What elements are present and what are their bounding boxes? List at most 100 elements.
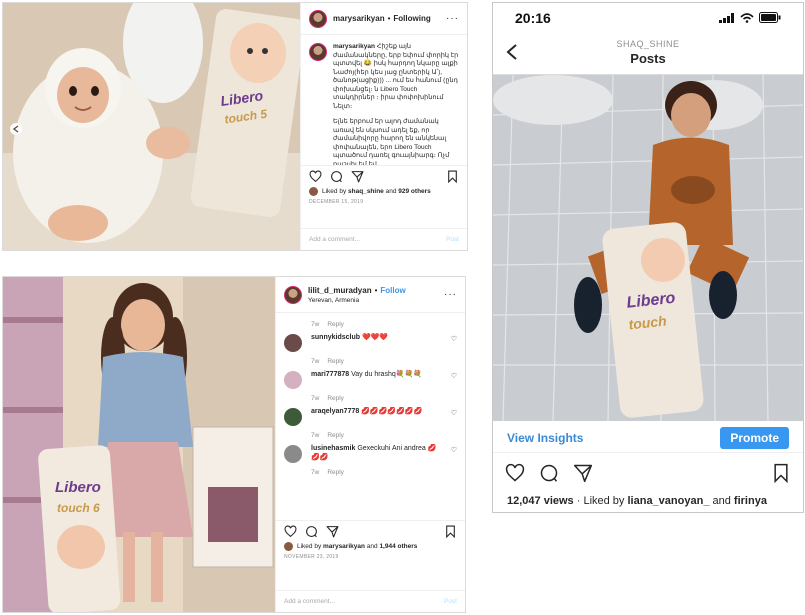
- clock: 20:16: [515, 10, 551, 26]
- likes-others[interactable]: 929 others: [398, 188, 431, 195]
- post-sidebar: marysarikyan • Following ··· marysarikya…: [300, 3, 467, 250]
- views-count[interactable]: 12,047 views: [507, 495, 574, 507]
- post-comment-button[interactable]: Post: [444, 598, 457, 605]
- commenter-avatar[interactable]: [284, 371, 302, 389]
- comment-meta: 7w Reply: [311, 395, 344, 402]
- caption-text-2: Ելնե երբում եր ալոդ ժամանակ առավ են սկսո…: [333, 118, 450, 165]
- promote-button[interactable]: Promote: [720, 426, 789, 449]
- post-date: NOVEMBER 23, 2019: [284, 554, 339, 560]
- reply-button[interactable]: Reply: [327, 321, 344, 328]
- username[interactable]: marysarikyan: [333, 14, 385, 23]
- commenter-avatar[interactable]: [284, 408, 302, 426]
- following-button[interactable]: Following: [393, 14, 430, 23]
- post-caption: marysarikyan Հիշեք այն ժամանակները, երբ …: [301, 35, 467, 165]
- view-insights-link[interactable]: View Insights: [507, 431, 583, 445]
- status-bar: 20:16: [493, 3, 803, 33]
- comment-row: sunnykidsclub ❤️❤️❤️ ♡: [284, 334, 457, 352]
- account-name: SHAQ_SHINE: [616, 39, 680, 49]
- comment-meta: 7w Reply: [311, 469, 344, 476]
- post-sidebar: lilit_d_muradyan • Follow Yerevan, Armenia…: [275, 277, 465, 612]
- likes-others[interactable]: firinya: [734, 495, 767, 507]
- share-icon[interactable]: [351, 170, 364, 183]
- comment-text: ❤️❤️❤️: [361, 334, 389, 341]
- user-avatar[interactable]: [284, 285, 302, 304]
- caption-username[interactable]: marysarikyan: [333, 43, 375, 50]
- post-photo-baby-bathrobe[interactable]: Libero touch 5: [3, 3, 302, 250]
- heart-icon[interactable]: [309, 170, 322, 183]
- user-avatar[interactable]: [309, 9, 327, 28]
- bookmark-icon[interactable]: [446, 170, 459, 183]
- share-icon[interactable]: [573, 463, 593, 483]
- bookmark-icon[interactable]: [444, 525, 457, 538]
- package-line: touch 6: [57, 501, 100, 515]
- comment-row: araqelyan7778 💋💋💋💋💋💋💋 ♡: [284, 408, 457, 426]
- comments-list: 7w Reply sunnykidsclub ❤️❤️❤️ ♡ 7w Reply m…: [276, 313, 465, 520]
- heart-icon[interactable]: [505, 463, 525, 483]
- commenter-avatar[interactable]: [284, 445, 302, 463]
- comment-like-icon[interactable]: ♡: [451, 447, 457, 456]
- comment-text: Vay du hrashq💐💐💐: [351, 371, 422, 378]
- comment-input[interactable]: Add a comment...: [309, 236, 360, 243]
- comment-like-icon[interactable]: ♡: [451, 336, 457, 345]
- liked-by-user[interactable]: marysarikyan: [323, 543, 365, 550]
- liker-avatar: [309, 187, 318, 196]
- liked-by-user[interactable]: shaq_shine: [348, 188, 384, 195]
- comment-icon[interactable]: [305, 525, 318, 538]
- comment-text: 💋💋💋💋💋💋💋: [361, 408, 423, 415]
- more-options-icon[interactable]: ···: [444, 289, 457, 300]
- commenter-username[interactable]: sunnykidsclub: [311, 334, 360, 341]
- location[interactable]: Yerevan, Armenia: [308, 297, 406, 304]
- comment-meta: 7w Reply: [311, 358, 344, 365]
- signal-icon: [719, 10, 735, 26]
- battery-icon: [759, 10, 781, 26]
- reply-button[interactable]: Reply: [327, 395, 344, 402]
- caption-avatar[interactable]: [309, 43, 327, 61]
- liker-avatar: [284, 542, 293, 551]
- comment-like-icon[interactable]: ♡: [451, 373, 457, 382]
- comment-box: Add a comment... Post: [301, 228, 467, 250]
- post-date: DECEMBER 15, 2019: [309, 199, 364, 205]
- page-title: Posts: [630, 51, 666, 66]
- post-header: lilit_d_muradyan • Follow Yerevan, Armenia…: [276, 277, 465, 313]
- insights-bar: View Insights Promote: [493, 423, 803, 453]
- post-panel-marysarikyan: Libero touch 5 marysarikyan • Following …: [2, 2, 468, 251]
- reply-button[interactable]: Reply: [327, 469, 344, 476]
- commenter-avatar[interactable]: [284, 334, 302, 352]
- comment-row: lusinehasmik Gexeckuhi Ani andrea 💋💋💋 ♡: [284, 445, 457, 463]
- comment-box: Add a comment... Post: [276, 590, 465, 612]
- more-options-icon[interactable]: ···: [446, 13, 459, 24]
- follow-button[interactable]: Follow: [380, 286, 405, 295]
- likes-line: Liked by shaq_shine and 929 others: [301, 187, 467, 196]
- comment-icon[interactable]: [330, 170, 343, 183]
- toddler-photo: Libero touch: [493, 75, 803, 421]
- commenter-username[interactable]: mari777878: [311, 371, 349, 378]
- share-icon[interactable]: [326, 525, 339, 538]
- action-bar: [493, 463, 803, 483]
- post-panel-lilit: Libero touch 6 lilit_d_muradyan • Follow Y…: [2, 276, 466, 613]
- action-bar: [276, 520, 465, 542]
- comment-meta: 7w Reply: [311, 321, 344, 328]
- bookmark-icon[interactable]: [771, 463, 791, 483]
- heart-icon[interactable]: [284, 525, 297, 538]
- comment-input[interactable]: Add a comment...: [284, 598, 335, 605]
- views-line: 12,047 views · Liked by liana_vanoyan_ a…: [507, 495, 767, 507]
- commenter-username[interactable]: lusinehasmik: [311, 445, 355, 452]
- wifi-icon: [740, 10, 754, 26]
- post-photo-toddler-bed[interactable]: Libero touch: [493, 75, 803, 421]
- liked-by-user[interactable]: liana_vanoyan_: [628, 495, 710, 507]
- likes-line: Liked by marysarikyan and 1,944 others: [276, 542, 465, 551]
- baby-photo: Libero touch 5: [3, 3, 302, 250]
- reply-button[interactable]: Reply: [327, 358, 344, 365]
- girl-photo: Libero touch 6: [3, 277, 277, 612]
- reply-button[interactable]: Reply: [327, 432, 344, 439]
- post-photo-girl-kitchen[interactable]: Libero touch 6: [3, 277, 277, 612]
- commenter-username[interactable]: araqelyan7778: [311, 408, 359, 415]
- likes-others[interactable]: 1,944 others: [379, 543, 417, 550]
- action-bar: [301, 165, 467, 187]
- comment-like-icon[interactable]: ♡: [451, 410, 457, 419]
- username[interactable]: lilit_d_muradyan: [308, 286, 372, 295]
- caption-text-1: Հիշեք այն ժամանակները, երբ եփում փորիկ է…: [333, 43, 459, 110]
- post-comment-button[interactable]: Post: [446, 236, 459, 243]
- comment-icon[interactable]: [539, 463, 559, 483]
- back-arrow-icon[interactable]: [505, 43, 519, 61]
